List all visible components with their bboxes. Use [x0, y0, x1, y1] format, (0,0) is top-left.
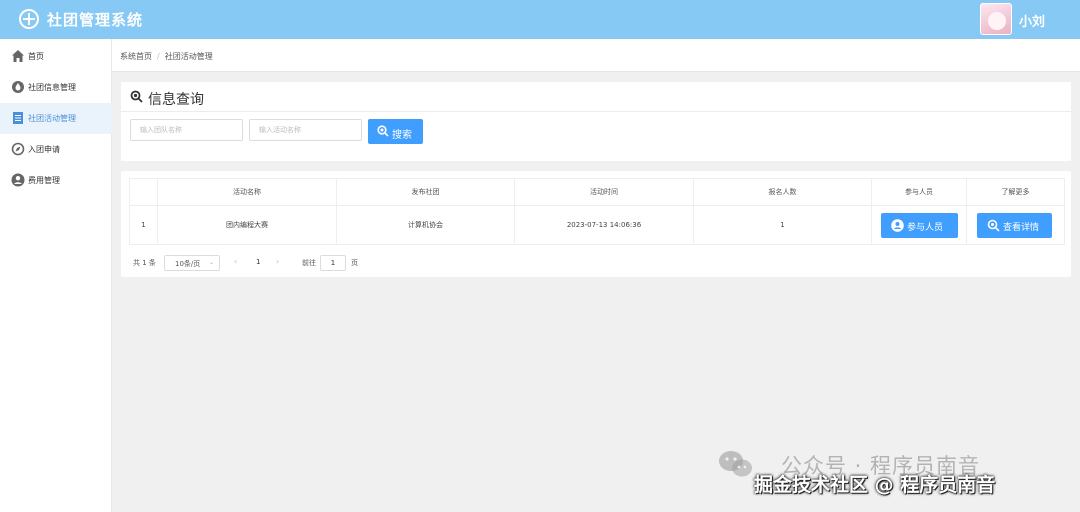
breadcrumb-bar: 系统首页 / 社团活动管理 — [112, 39, 1080, 72]
sidebar-item-club-info[interactable]: 社团信息管理 — [0, 72, 112, 103]
sidebar-item-label: 社团信息管理 — [28, 83, 76, 92]
view-details-button[interactable]: 查看详情 — [977, 213, 1052, 238]
group-icon — [891, 219, 904, 232]
sidebar-item-home[interactable]: 首页 — [0, 41, 112, 72]
document-icon — [13, 112, 23, 124]
goto-label: 前往 — [302, 259, 316, 267]
droplet-icon — [12, 81, 24, 93]
user-icon — [11, 173, 25, 187]
activity-name-input[interactable] — [249, 119, 362, 141]
column-header: 发布社团 — [337, 179, 515, 205]
table-cell-club: 计算机协会 — [337, 206, 515, 244]
breadcrumb-separator: / — [157, 52, 160, 61]
table-cell-index: 1 — [130, 206, 158, 244]
page-size-value: 10条/页 — [175, 260, 201, 268]
page-size-select[interactable]: 10条/页 ⌄ — [164, 255, 220, 271]
home-icon — [12, 50, 24, 62]
table-cell-activity-name: 团内编程大赛 — [158, 206, 337, 244]
sidebar-item-join-apply[interactable]: 入团申请 — [0, 134, 112, 165]
search-button-label: 搜索 — [392, 130, 412, 141]
watermark-line2: 掘金技术社区 @ 程序员南音 — [754, 474, 996, 496]
search-icon — [377, 125, 389, 137]
page-number[interactable]: 1 — [256, 258, 260, 266]
participants-button[interactable]: 参与人员 — [881, 213, 958, 238]
sidebar-item-fee[interactable]: 费用管理 — [0, 165, 112, 196]
sidebar-item-label: 入团申请 — [28, 145, 60, 154]
sidebar-item-label: 费用管理 — [28, 176, 60, 185]
goto-page-input[interactable] — [320, 255, 346, 271]
goto-unit: 页 — [351, 259, 358, 267]
breadcrumb-current: 社团活动管理 — [164, 52, 213, 61]
search-button[interactable]: 搜索 — [368, 119, 423, 144]
user-name[interactable]: 小刘 — [1019, 11, 1045, 30]
logo-icon — [19, 9, 39, 29]
sidebar: 首页 社团信息管理 社团活动管理 入团申请 费用管理 — [0, 39, 112, 512]
search-icon — [987, 219, 1000, 232]
search-panel: 信息查询 搜索 — [121, 82, 1071, 161]
team-name-input[interactable] — [130, 119, 243, 141]
wechat-icon — [719, 451, 752, 477]
panel-title-row: 信息查询 — [121, 82, 1071, 112]
column-header: 了解更多 — [1001, 188, 1030, 196]
breadcrumb: 系统首页 / 社团活动管理 — [120, 51, 213, 62]
compass-icon — [11, 142, 25, 156]
column-header: 活动时间 — [515, 179, 694, 205]
app-title: 社团管理系统 — [47, 11, 144, 29]
column-header — [130, 179, 158, 205]
participants-button-label: 参与人员 — [907, 223, 944, 233]
next-page-icon[interactable]: › — [276, 257, 279, 266]
view-details-button-label: 查看详情 — [1003, 223, 1040, 233]
activity-table: 活动名称 发布社团 活动时间 报名人数 参与人员 了解更多 1 团内编程大赛 计… — [129, 178, 1065, 245]
chevron-down-icon: ⌄ — [208, 259, 214, 266]
column-header: 活动名称 — [158, 179, 337, 205]
sidebar-item-label: 首页 — [28, 52, 44, 61]
column-header: 报名人数 — [694, 179, 872, 205]
top-header: 社团管理系统 小刘 — [0, 0, 1080, 39]
pagination-total: 共 1 条 — [133, 259, 156, 267]
sidebar-item-club-activity[interactable]: 社团活动管理 — [0, 103, 112, 134]
column-header: 参与人员 — [872, 179, 967, 205]
sidebar-item-label: 社团活动管理 — [28, 114, 76, 123]
breadcrumb-home[interactable]: 系统首页 — [120, 52, 152, 61]
table-panel: 活动名称 发布社团 活动时间 报名人数 参与人员 了解更多 1 团内编程大赛 计… — [121, 171, 1071, 277]
table-cell-time: 2023-07-13 14:06:36 — [515, 206, 694, 244]
search-icon — [130, 90, 143, 103]
table-cell-signups: 1 — [694, 206, 872, 244]
panel-title: 信息查询 — [148, 92, 204, 108]
prev-page-icon[interactable]: ‹ — [234, 257, 237, 266]
avatar[interactable] — [980, 3, 1012, 35]
